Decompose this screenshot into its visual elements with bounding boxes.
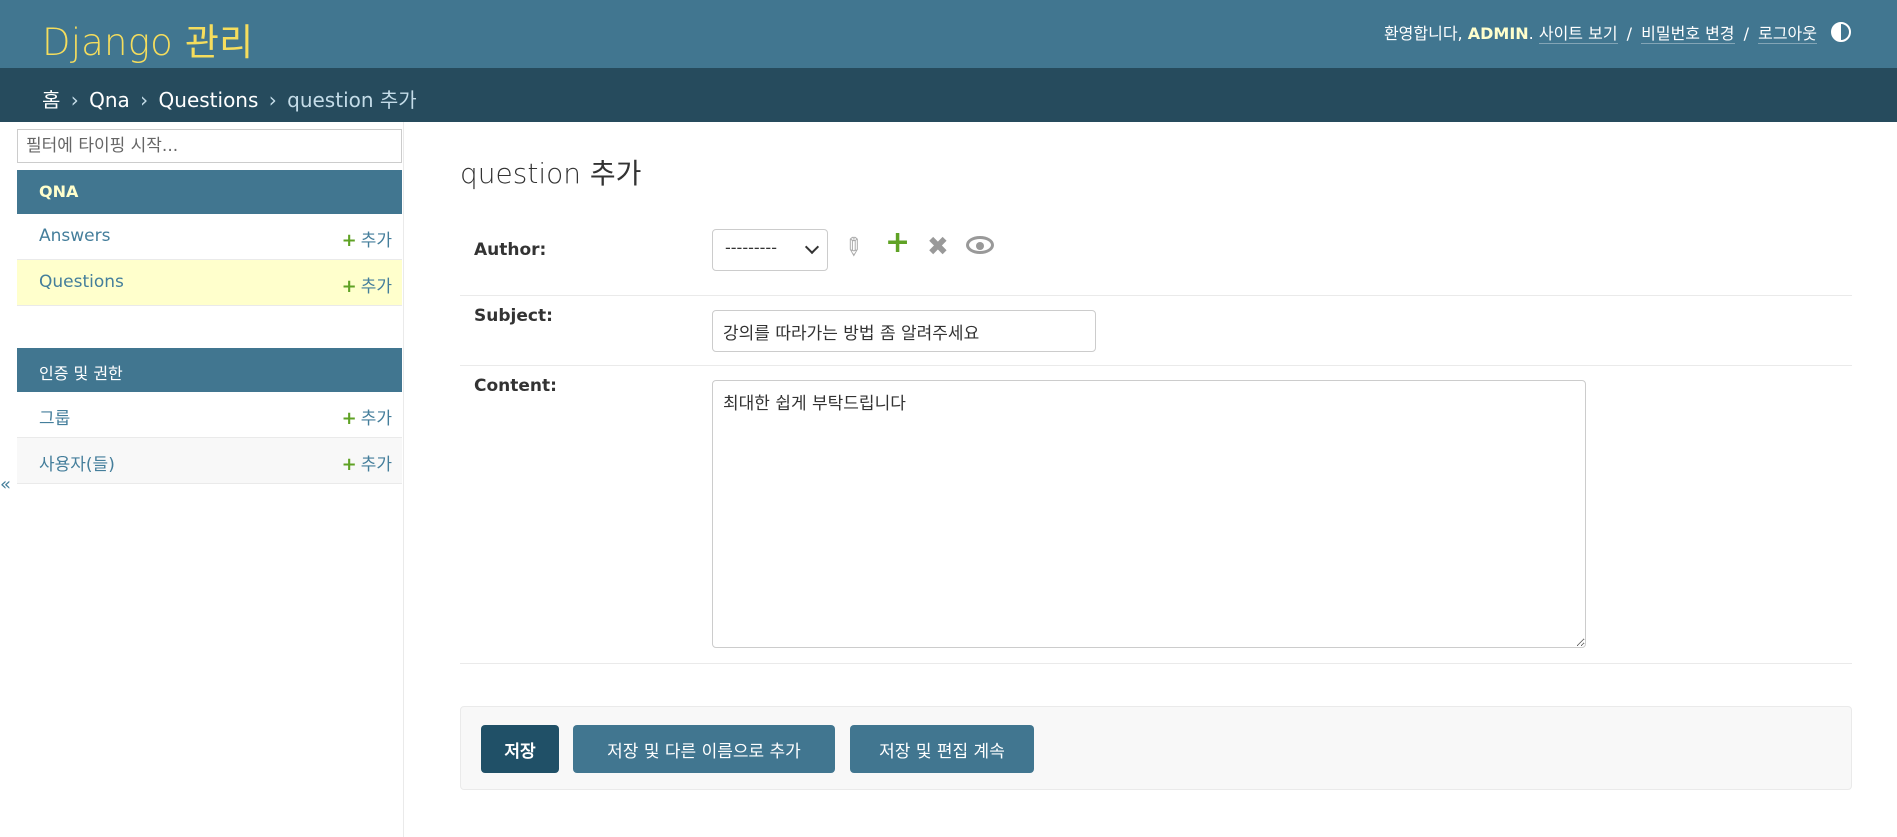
page-title: question 추가 bbox=[460, 157, 642, 190]
sidebar-item-label[interactable]: Questions bbox=[39, 272, 124, 292]
content-textarea[interactable]: 최대한 쉽게 부탁드립니다 bbox=[712, 380, 1586, 648]
sidebar-item-questions: Questions + 추가 bbox=[17, 260, 402, 306]
breadcrumb-separator: › bbox=[140, 88, 149, 112]
add-group-link[interactable]: + 추가 bbox=[342, 404, 392, 429]
plus-icon: + bbox=[341, 230, 357, 251]
add-answer-link[interactable]: + 추가 bbox=[342, 226, 392, 251]
subject-input[interactable] bbox=[712, 310, 1096, 352]
sidebar-item-users: 사용자(들) + 추가 bbox=[17, 438, 402, 484]
sidebar-item-groups: 그룹 + 추가 bbox=[17, 392, 402, 438]
content-label: Content: bbox=[474, 376, 557, 396]
change-password-link[interactable]: 비밀번호 변경 bbox=[1641, 24, 1735, 44]
author-select[interactable]: --------- bbox=[712, 229, 828, 271]
sidebar-item-label[interactable]: Answers bbox=[39, 226, 110, 246]
author-label: Author: bbox=[474, 240, 547, 260]
breadcrumb-app[interactable]: Qna bbox=[89, 88, 130, 112]
sidebar-item-answers: Answers + 추가 bbox=[17, 214, 402, 260]
save-and-continue-button[interactable]: 저장 및 편집 계속 bbox=[850, 725, 1034, 773]
sidebar-filter-input[interactable] bbox=[17, 129, 402, 163]
breadcrumb-model[interactable]: Questions bbox=[159, 88, 259, 112]
sidebar-item-label[interactable]: 사용자(들) bbox=[39, 455, 115, 475]
save-and-add-another-button[interactable]: 저장 및 다른 이름으로 추가 bbox=[573, 725, 835, 773]
breadcrumb-current: question 추가 bbox=[287, 88, 417, 112]
add-user-link[interactable]: + 추가 bbox=[342, 450, 392, 475]
sidebar: QNA Answers +추가 Questions +추가 인증 및 권한 그룹… bbox=[17, 122, 404, 837]
breadcrumb-separator: › bbox=[70, 88, 79, 112]
form-row-subject bbox=[460, 296, 1852, 366]
plus-icon: + bbox=[341, 454, 357, 475]
save-button[interactable]: 저장 bbox=[481, 725, 559, 773]
username: ADMIN bbox=[1467, 24, 1529, 43]
subject-label: Subject: bbox=[474, 306, 553, 326]
toggle-sidebar-button[interactable]: « bbox=[0, 474, 11, 495]
sidebar-item-label[interactable]: 그룹 bbox=[39, 409, 70, 429]
view-site-link[interactable]: 사이트 보기 bbox=[1538, 24, 1618, 44]
breadcrumb: 홈 › Qna › Questions › question 추가 bbox=[0, 68, 1897, 122]
eye-icon[interactable] bbox=[966, 236, 994, 254]
theme-toggle-icon[interactable] bbox=[1831, 22, 1851, 42]
separator: / bbox=[1626, 24, 1633, 43]
author-select-value: --------- bbox=[725, 238, 777, 257]
delete-icon[interactable]: ✖ bbox=[927, 234, 949, 260]
form-row-author bbox=[460, 222, 1852, 296]
logout-link[interactable]: 로그아웃 bbox=[1758, 24, 1817, 44]
breadcrumb-home[interactable]: 홈 bbox=[42, 88, 60, 112]
welcome-text: 환영합니다, bbox=[1383, 24, 1463, 43]
header: Django 관리 환영합니다, ADMIN. 사이트 보기 / 비밀번호 변경… bbox=[0, 0, 1897, 68]
submit-row: 저장 저장 및 다른 이름으로 추가 저장 및 편집 계속 bbox=[460, 706, 1852, 790]
module-caption-auth[interactable]: 인증 및 권한 bbox=[17, 348, 402, 392]
user-tools: 환영합니다, ADMIN. 사이트 보기 / 비밀번호 변경 / 로그아웃 bbox=[1383, 24, 1817, 44]
site-brand[interactable]: Django 관리 bbox=[42, 12, 253, 66]
breadcrumb-separator: › bbox=[268, 88, 277, 112]
plus-icon: + bbox=[341, 408, 357, 429]
separator: / bbox=[1743, 24, 1750, 43]
add-question-link[interactable]: + 추가 bbox=[342, 272, 392, 297]
plus-icon: + bbox=[341, 276, 357, 297]
main-content: question 추가 Author: --------- ✎ + ✖ Subj… bbox=[460, 122, 1852, 837]
chevron-down-icon bbox=[804, 239, 820, 255]
module-caption-qna[interactable]: QNA bbox=[17, 170, 402, 214]
add-related-icon[interactable]: + bbox=[885, 228, 910, 258]
